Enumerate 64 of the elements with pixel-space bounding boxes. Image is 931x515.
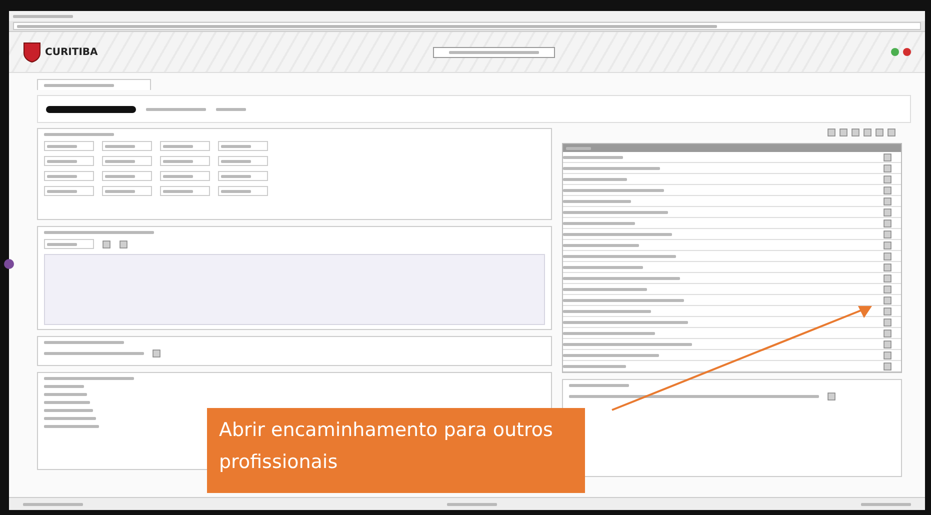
blurred-text [47, 160, 77, 162]
blurred-text [47, 174, 77, 178]
input-field[interactable] [218, 141, 268, 151]
blurred-text [163, 174, 193, 178]
blurred-text [861, 502, 911, 506]
blurred-text [216, 108, 246, 110]
input-field[interactable] [160, 186, 210, 196]
blurred-text [47, 144, 77, 148]
blurred-text [44, 425, 99, 428]
blurred-text [44, 417, 96, 420]
input-field[interactable] [102, 186, 152, 196]
blurred-text [44, 393, 87, 396]
callout-note: Abrir encaminhamento para outros profissionais [207, 408, 585, 493]
input-field[interactable] [218, 171, 268, 181]
blurred-text [44, 385, 84, 388]
blurred-text [569, 384, 629, 387]
blurred-text [146, 108, 206, 110]
blurred-text [221, 160, 251, 162]
blurred-text [44, 84, 114, 86]
shield-logo-icon [23, 41, 41, 63]
input-field[interactable] [160, 156, 210, 166]
address-field[interactable] [13, 22, 921, 30]
blurred-text [47, 190, 77, 192]
input-field[interactable] [44, 171, 94, 181]
blurred-text [221, 174, 251, 178]
blurred-text [105, 160, 135, 162]
input-field[interactable] [160, 141, 210, 151]
input-field[interactable] [44, 141, 94, 151]
input-field[interactable] [44, 156, 94, 166]
blurred-text [221, 190, 251, 192]
record-tab[interactable] [37, 79, 151, 90]
blurred-text [44, 401, 90, 404]
input-field[interactable] [218, 156, 268, 166]
blurred-text [163, 144, 193, 148]
blurred-text [163, 190, 193, 192]
blurred-text [105, 144, 135, 148]
blurred-text [566, 146, 591, 150]
input-field[interactable] [102, 156, 152, 166]
blurred-text [105, 190, 135, 192]
file-icon[interactable] [827, 392, 836, 401]
blurred-text [13, 14, 73, 18]
input-field[interactable] [102, 171, 152, 181]
input-field[interactable] [160, 171, 210, 181]
print-icon[interactable] [102, 240, 111, 248]
file-icon[interactable] [152, 349, 161, 358]
blurred-text [163, 160, 193, 162]
blurred-text [221, 144, 251, 148]
site-title: CURITIBA [45, 46, 98, 58]
menu-tab[interactable] [433, 46, 556, 58]
close-icon[interactable] [902, 48, 911, 56]
input-field[interactable] [44, 186, 94, 196]
blurred-text [44, 409, 93, 412]
blurred-text [23, 502, 83, 506]
file-icon[interactable] [119, 240, 128, 248]
side-handle-icon[interactable] [4, 259, 14, 269]
notes-field[interactable] [44, 254, 545, 325]
blurred-text [47, 242, 77, 246]
confirm-icon[interactable] [890, 48, 899, 56]
input-field[interactable] [102, 141, 152, 151]
blurred-text [447, 502, 497, 506]
select-field[interactable] [44, 239, 94, 249]
input-field[interactable] [218, 186, 268, 196]
blurred-text [105, 174, 135, 178]
blurred-text [44, 133, 114, 136]
